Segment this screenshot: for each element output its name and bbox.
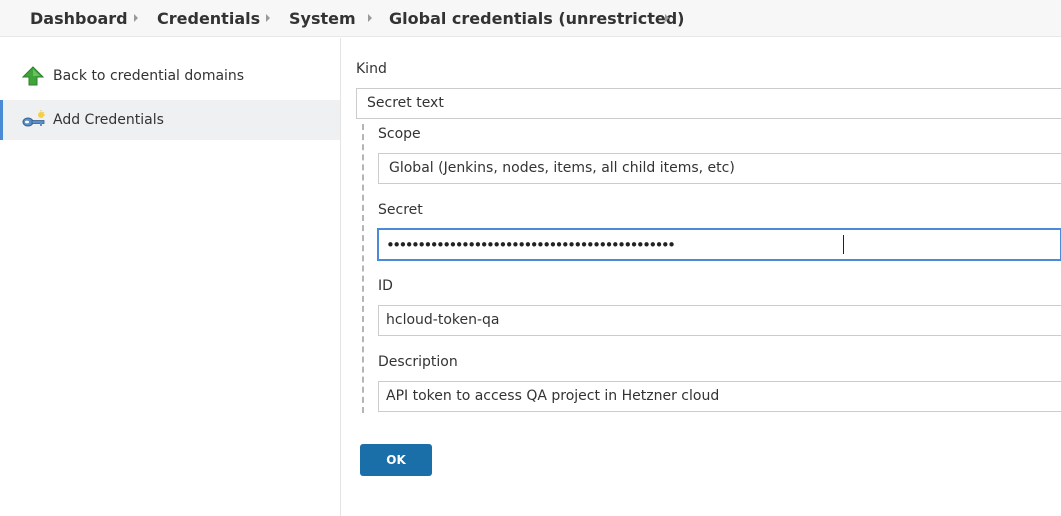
task-label: Back to credential domains xyxy=(53,68,245,84)
ok-button[interactable]: OK xyxy=(360,444,432,476)
task-add-credentials[interactable]: Add Credentials xyxy=(0,100,340,140)
task-label: Add Credentials xyxy=(53,112,164,128)
up-arrow-icon xyxy=(21,66,45,86)
kind-label: Kind xyxy=(356,61,387,77)
scope-select[interactable]: Global (Jenkins, nodes, items, all child… xyxy=(378,153,1061,184)
breadcrumb-credentials[interactable]: Credentials xyxy=(157,0,260,37)
id-input[interactable]: hcloud-token-qa xyxy=(378,305,1061,336)
id-label: ID xyxy=(378,278,393,294)
description-input[interactable]: API token to access QA project in Hetzne… xyxy=(378,381,1061,412)
text-caret xyxy=(843,235,844,254)
breadcrumb-separator-icon xyxy=(665,14,669,22)
key-icon xyxy=(22,110,45,130)
breadcrumb-global-credentials[interactable]: Global credentials (unrestricted) xyxy=(389,0,684,37)
task-back-to-credential-domains[interactable]: Back to credential domains xyxy=(0,56,340,96)
secret-label: Secret xyxy=(378,202,423,218)
breadcrumb-separator-icon xyxy=(134,14,138,22)
breadcrumb-dashboard[interactable]: Dashboard xyxy=(30,0,128,37)
scope-label: Scope xyxy=(378,126,421,142)
breadcrumb-system[interactable]: System xyxy=(289,0,356,37)
breadcrumb-separator-icon xyxy=(266,14,270,22)
breadcrumb: Dashboard Credentials System Global cred… xyxy=(0,0,1061,37)
nested-section-rail xyxy=(362,124,364,413)
description-label: Description xyxy=(378,354,458,370)
secret-value: ••••••••••••••••••••••••••••••••••••••••… xyxy=(386,236,676,254)
breadcrumb-separator-icon xyxy=(368,14,372,22)
side-panel: Back to credential domains Add Credentia… xyxy=(0,38,341,516)
kind-select[interactable]: Secret text xyxy=(356,88,1061,119)
